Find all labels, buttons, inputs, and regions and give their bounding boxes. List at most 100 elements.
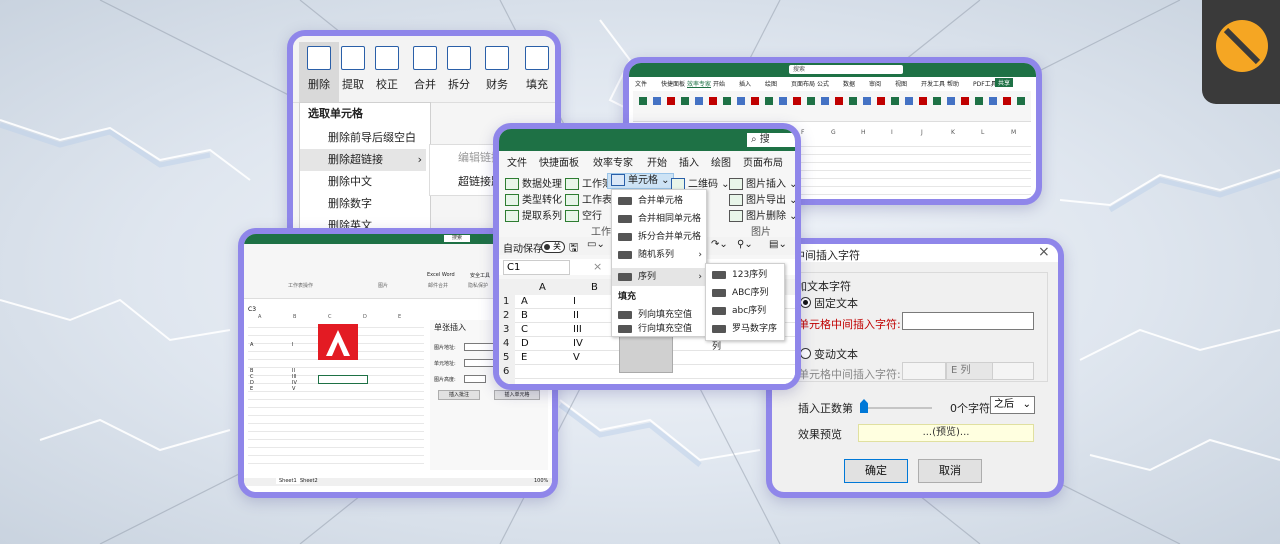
ribbon-tool-icon[interactable]	[737, 97, 745, 105]
position-slider-track[interactable]	[862, 407, 932, 409]
column-header[interactable]: F	[801, 129, 804, 136]
split-button[interactable]: 拆分	[439, 42, 479, 102]
tab-5[interactable]: 绘图	[765, 79, 777, 88]
worksheet-button[interactable]: 工作表	[565, 191, 612, 206]
cell-value[interactable]: C	[521, 324, 528, 335]
ribbon-tool-icon[interactable]	[653, 97, 661, 105]
position-slider-thumb[interactable]	[860, 399, 868, 413]
name-box[interactable]: C3	[248, 306, 256, 313]
tab-0[interactable]: 文件	[507, 154, 527, 169]
menu-item-123[interactable]: 123序列	[706, 266, 767, 284]
menu-item-edit-link[interactable]: 编辑链接	[430, 147, 502, 169]
cell-value[interactable]: II	[573, 310, 579, 321]
ribbon-tool-icon[interactable]	[723, 97, 731, 105]
fixed-text-input[interactable]	[902, 312, 1034, 330]
ribbon-tool-icon[interactable]	[681, 97, 689, 105]
column-select[interactable]: E 列	[946, 362, 994, 380]
column-header[interactable]: G	[831, 129, 836, 136]
ribbon-tool-icon[interactable]	[919, 97, 927, 105]
insert-comment-button[interactable]: 插入批注	[438, 390, 480, 400]
ok-button[interactable]: 确定	[844, 459, 908, 483]
menu-item-merge[interactable]: 合并单元格	[612, 192, 683, 210]
image-delete-button[interactable]: 图片删除 ⌄	[729, 207, 795, 222]
workbook-button[interactable]: 工作簿	[565, 175, 612, 190]
tab-7[interactable]: 公式	[797, 154, 801, 169]
menu-item-fill-row[interactable]: 行向填充空值	[612, 322, 692, 336]
tab-4[interactable]: 插入	[739, 79, 751, 88]
column-header[interactable]: I	[891, 129, 893, 136]
cell-value[interactable]: A	[521, 296, 528, 307]
tab-4[interactable]: 插入	[679, 154, 699, 169]
cell-value[interactable]: D	[521, 338, 529, 349]
menu-item-split[interactable]: 拆分合并单元格	[612, 228, 701, 246]
ribbon-tool-icon[interactable]	[1017, 97, 1025, 105]
tab-3[interactable]: 开始	[713, 79, 725, 88]
row-header[interactable]: 4	[503, 338, 509, 349]
column-header[interactable]: J	[921, 129, 923, 136]
ribbon-tool-icon[interactable]	[793, 97, 801, 105]
column-header[interactable]: B	[591, 282, 598, 293]
ribbon-tool-icon[interactable]	[765, 97, 773, 105]
cell-value[interactable]: IV	[573, 338, 583, 349]
fill-button[interactable]: 填充	[517, 42, 555, 102]
save-icon[interactable]: 🖫	[569, 239, 578, 258]
cell-value[interactable]: A	[250, 342, 253, 348]
selected-cell[interactable]	[318, 375, 368, 384]
cancel-formula-icon[interactable]: ×	[593, 260, 602, 273]
ribbon-tool-icon[interactable]	[751, 97, 759, 105]
column-header[interactable]: E	[398, 314, 401, 320]
cancel-button[interactable]: 取消	[918, 459, 982, 483]
column-header[interactable]: K	[951, 129, 955, 136]
tab-3[interactable]: 开始	[647, 154, 667, 169]
column-header[interactable]: B	[293, 314, 296, 320]
column-header[interactable]: A	[539, 282, 546, 293]
cell-value[interactable]: E	[250, 386, 253, 392]
menu-item-abc-upper[interactable]: ABC序列	[706, 284, 768, 302]
ribbon-tool-icon[interactable]	[1003, 97, 1011, 105]
tab-6[interactable]: 页面布局	[791, 79, 815, 88]
after-select[interactable]: 之后 ⌄	[990, 396, 1035, 414]
insert-cell-button[interactable]: 插入单元格	[494, 390, 540, 400]
search-box[interactable]: 搜索	[789, 65, 903, 74]
search-box[interactable]: ⌕ 搜	[747, 133, 795, 147]
menu-item-remove-digits[interactable]: 删除数字	[300, 193, 372, 215]
ribbon-tool-icon[interactable]	[807, 97, 815, 105]
dynamic-input[interactable]	[902, 362, 946, 380]
tab-6[interactable]: 页面布局	[743, 154, 783, 169]
tab-1[interactable]: 快捷面板	[661, 79, 685, 88]
row-header[interactable]: 3	[503, 324, 509, 335]
cell-value[interactable]: E	[521, 352, 527, 363]
ribbon-tool-icon[interactable]	[835, 97, 843, 105]
finance-button[interactable]: 财务	[477, 42, 517, 102]
ribbon-tool-icon[interactable]	[989, 97, 997, 105]
column-header[interactable]: H	[861, 129, 866, 136]
sheet-tab[interactable]: Sheet1	[276, 478, 300, 484]
ribbon-tool-icon[interactable]	[639, 97, 647, 105]
empty-row-button[interactable]: 空行	[565, 207, 602, 222]
ribbon-tool-icon[interactable]	[975, 97, 983, 105]
cell-value[interactable]: I	[573, 296, 576, 307]
ribbon-tool-icon[interactable]	[877, 97, 885, 105]
ribbon-tool-icon[interactable]	[821, 97, 829, 105]
open-icon[interactable]: ▭⌄	[587, 239, 605, 250]
tab-8[interactable]: 数据	[843, 79, 855, 88]
ribbon-tool-icon[interactable]	[961, 97, 969, 105]
cell-value[interactable]: I	[292, 342, 293, 348]
menu-item-trim[interactable]: 删除前导后缀空白	[300, 127, 416, 149]
tab-9[interactable]: 审阅	[869, 79, 881, 88]
data-process-button[interactable]: 数据处理	[505, 175, 562, 190]
tab-0[interactable]: 文件	[635, 79, 647, 88]
ribbon-tool-icon[interactable]	[667, 97, 675, 105]
menu-item-abc-lower[interactable]: abc序列	[706, 302, 766, 320]
radio-fixed[interactable]	[800, 297, 811, 308]
paste-icon[interactable]: ▤⌄	[769, 239, 787, 250]
ribbon-tool-icon[interactable]	[933, 97, 941, 105]
ribbon-tool-icon[interactable]	[709, 97, 717, 105]
cell-value[interactable]: V	[292, 386, 295, 392]
cell-value[interactable]: III	[573, 324, 582, 335]
cell-button[interactable]: 单元格 ⌄	[607, 173, 674, 189]
correct-button[interactable]: 校正	[367, 42, 407, 102]
search-box[interactable]: 搜索	[444, 235, 470, 242]
menu-item-random[interactable]: 随机系列 ›	[612, 246, 706, 264]
menu-item-roman[interactable]: 罗马数字序列	[706, 320, 784, 352]
